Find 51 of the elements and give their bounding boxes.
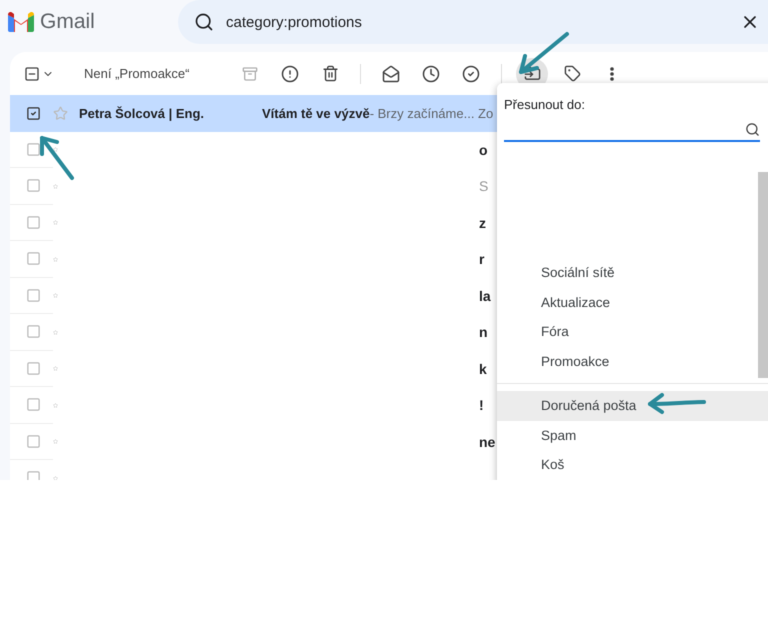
email-text: n — [479, 324, 488, 340]
email-text: ! — [479, 397, 484, 414]
tag-icon — [564, 65, 580, 82]
row-checkbox[interactable] — [26, 324, 41, 340]
row-checkbox[interactable] — [26, 214, 41, 230]
archive-icon — [242, 66, 258, 82]
star-icon[interactable] — [53, 106, 68, 121]
trash-icon — [322, 65, 338, 82]
annotation-arrow — [40, 136, 74, 180]
row-checkbox[interactable] — [26, 434, 41, 449]
email-text: ne — [479, 434, 496, 450]
email-text: k — [479, 360, 487, 377]
menu-item[interactable]: Sociální sítě — [497, 258, 768, 288]
open-envelope-icon — [382, 64, 400, 82]
annotation-arrow — [519, 32, 569, 74]
email-sender: Petra Šolcová | Eng. — [79, 106, 206, 121]
not-promotions-button[interactable]: Není „Promoakce“ — [84, 66, 234, 81]
menu-item[interactable]: Doručená pošta — [497, 391, 768, 420]
check-circle-icon — [462, 64, 480, 82]
clock-icon — [422, 64, 440, 82]
row-checkbox[interactable] — [26, 288, 41, 303]
search-field[interactable]: category:promotions — [178, 0, 768, 44]
menu-item[interactable]: Aktualizace — [497, 288, 768, 317]
row-checkbox[interactable] — [26, 251, 41, 266]
email-text: z — [479, 214, 486, 231]
row-checkbox[interactable] — [26, 142, 41, 157]
menu-item[interactable]: Koš — [497, 450, 768, 480]
email-subject: Vítám tě ve výzvě — [262, 106, 370, 121]
email-text: r — [479, 251, 484, 268]
folder-icon — [524, 65, 540, 82]
email-text: la — [479, 288, 491, 304]
logo-icon — [8, 12, 34, 32]
menu-item[interactable]: Fóra — [497, 317, 768, 346]
row-checkbox[interactable] — [26, 106, 41, 121]
app-name: Gmail — [40, 10, 95, 34]
email-snippet: - Brzy začínáme... Zo — [370, 106, 494, 121]
row-checkbox[interactable] — [26, 178, 41, 194]
select-checkbox[interactable] — [24, 66, 40, 82]
row-checkbox[interactable] — [26, 360, 41, 376]
menu-item[interactable]: Promoakce — [497, 346, 768, 376]
menu-item[interactable]: Spam — [497, 420, 768, 450]
search-icon[interactable] — [745, 122, 760, 136]
search-icon[interactable] — [194, 12, 214, 32]
scrollbar[interactable] — [758, 172, 768, 378]
more-icon — [610, 66, 614, 80]
menu-title: Přesunout do: — [503, 96, 586, 112]
email-text: o — [479, 142, 488, 158]
row-checkbox[interactable] — [26, 397, 41, 412]
email-text: S — [479, 178, 488, 194]
annotation-arrow — [648, 393, 706, 414]
alert-icon — [281, 64, 299, 82]
